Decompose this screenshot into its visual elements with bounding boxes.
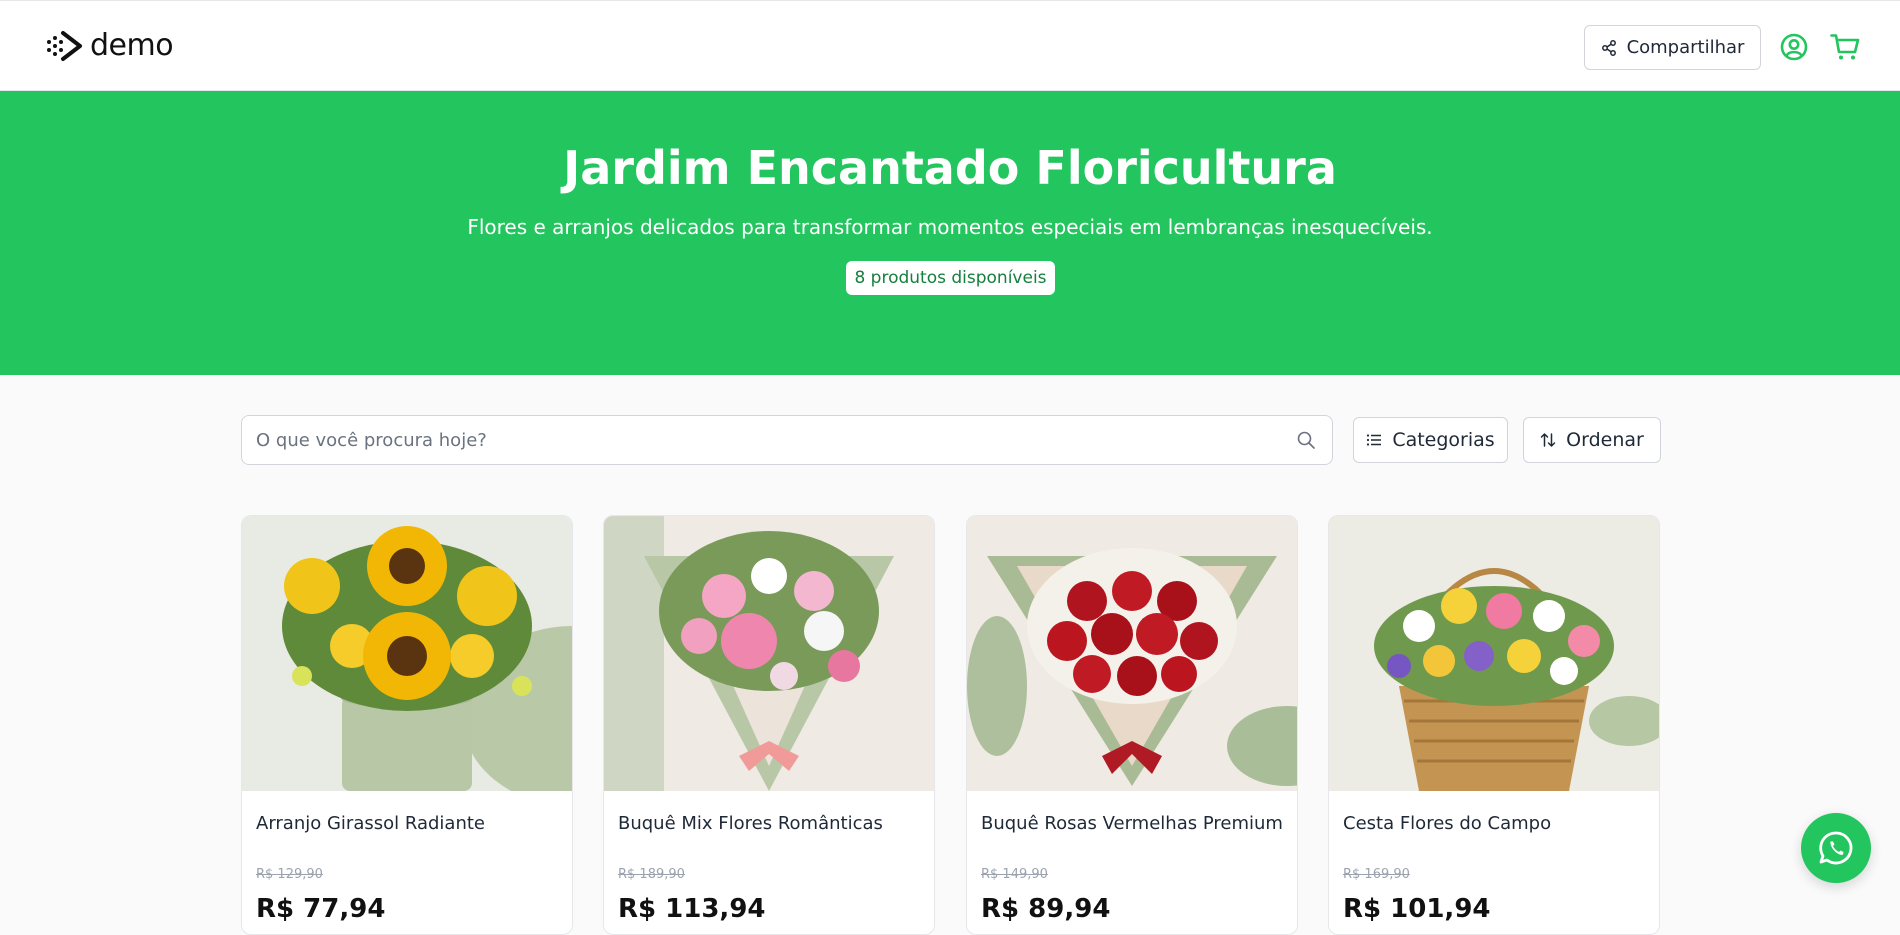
product-price: R$ 77,94: [256, 894, 386, 924]
products-count-badge: 8 produtos disponíveis: [846, 261, 1055, 295]
whatsapp-button[interactable]: [1801, 813, 1871, 883]
product-price: R$ 113,94: [618, 894, 766, 924]
sort-arrows-icon: [1540, 433, 1556, 447]
share-icon: [1601, 39, 1616, 56]
product-card[interactable]: Cesta Flores do Campo R$ 169,90 R$ 101,9…: [1328, 515, 1660, 935]
share-button[interactable]: Compartilhar: [1584, 25, 1761, 70]
sort-button[interactable]: Ordenar: [1523, 417, 1661, 463]
product-name[interactable]: Cesta Flores do Campo: [1343, 813, 1551, 834]
logo-mark-icon: [47, 31, 82, 61]
hero-banner: Jardim Encantado Floricultura Flores e a…: [0, 91, 1900, 375]
sort-label: Ordenar: [1566, 429, 1644, 451]
product-old-price: R$ 149,90: [981, 867, 1048, 882]
share-label: Compartilhar: [1626, 37, 1745, 58]
product-card[interactable]: Buquê Mix Flores Românticas R$ 189,90 R$…: [603, 515, 935, 935]
product-old-price: R$ 169,90: [1343, 867, 1410, 882]
product-name[interactable]: Arranjo Girassol Radiante: [256, 813, 485, 834]
product-card[interactable]: Buquê Rosas Vermelhas Premium R$ 149,90 …: [966, 515, 1298, 935]
list-icon: [1367, 434, 1382, 446]
categories-button[interactable]: Categorias: [1353, 417, 1508, 463]
whatsapp-icon: [1819, 831, 1853, 865]
store-title: Jardim Encantado Floricultura: [563, 141, 1337, 195]
top-navbar: demo Compartilhar: [0, 0, 1900, 91]
product-price: R$ 89,94: [981, 894, 1111, 924]
search-box: [241, 415, 1333, 465]
product-card[interactable]: Arranjo Girassol Radiante R$ 129,90 R$ 7…: [241, 515, 573, 935]
product-old-price: R$ 189,90: [618, 867, 685, 882]
product-old-price: R$ 129,90: [256, 867, 323, 882]
product-price: R$ 101,94: [1343, 894, 1491, 924]
product-name[interactable]: Buquê Rosas Vermelhas Premium: [981, 813, 1283, 834]
store-description: Flores e arranjos delicados para transfo…: [467, 215, 1433, 239]
product-image: [242, 516, 572, 791]
product-name[interactable]: Buquê Mix Flores Românticas: [618, 813, 883, 834]
logo[interactable]: demo: [46, 28, 174, 63]
product-image: [967, 516, 1297, 791]
logo-text: demo: [90, 28, 174, 63]
categories-label: Categorias: [1392, 429, 1495, 451]
product-image: [604, 516, 934, 791]
shopping-cart-icon[interactable]: [1830, 33, 1860, 61]
search-input[interactable]: [256, 416, 1256, 464]
user-account-icon[interactable]: [1780, 33, 1808, 61]
search-icon[interactable]: [1296, 430, 1316, 450]
product-image: [1329, 516, 1659, 791]
